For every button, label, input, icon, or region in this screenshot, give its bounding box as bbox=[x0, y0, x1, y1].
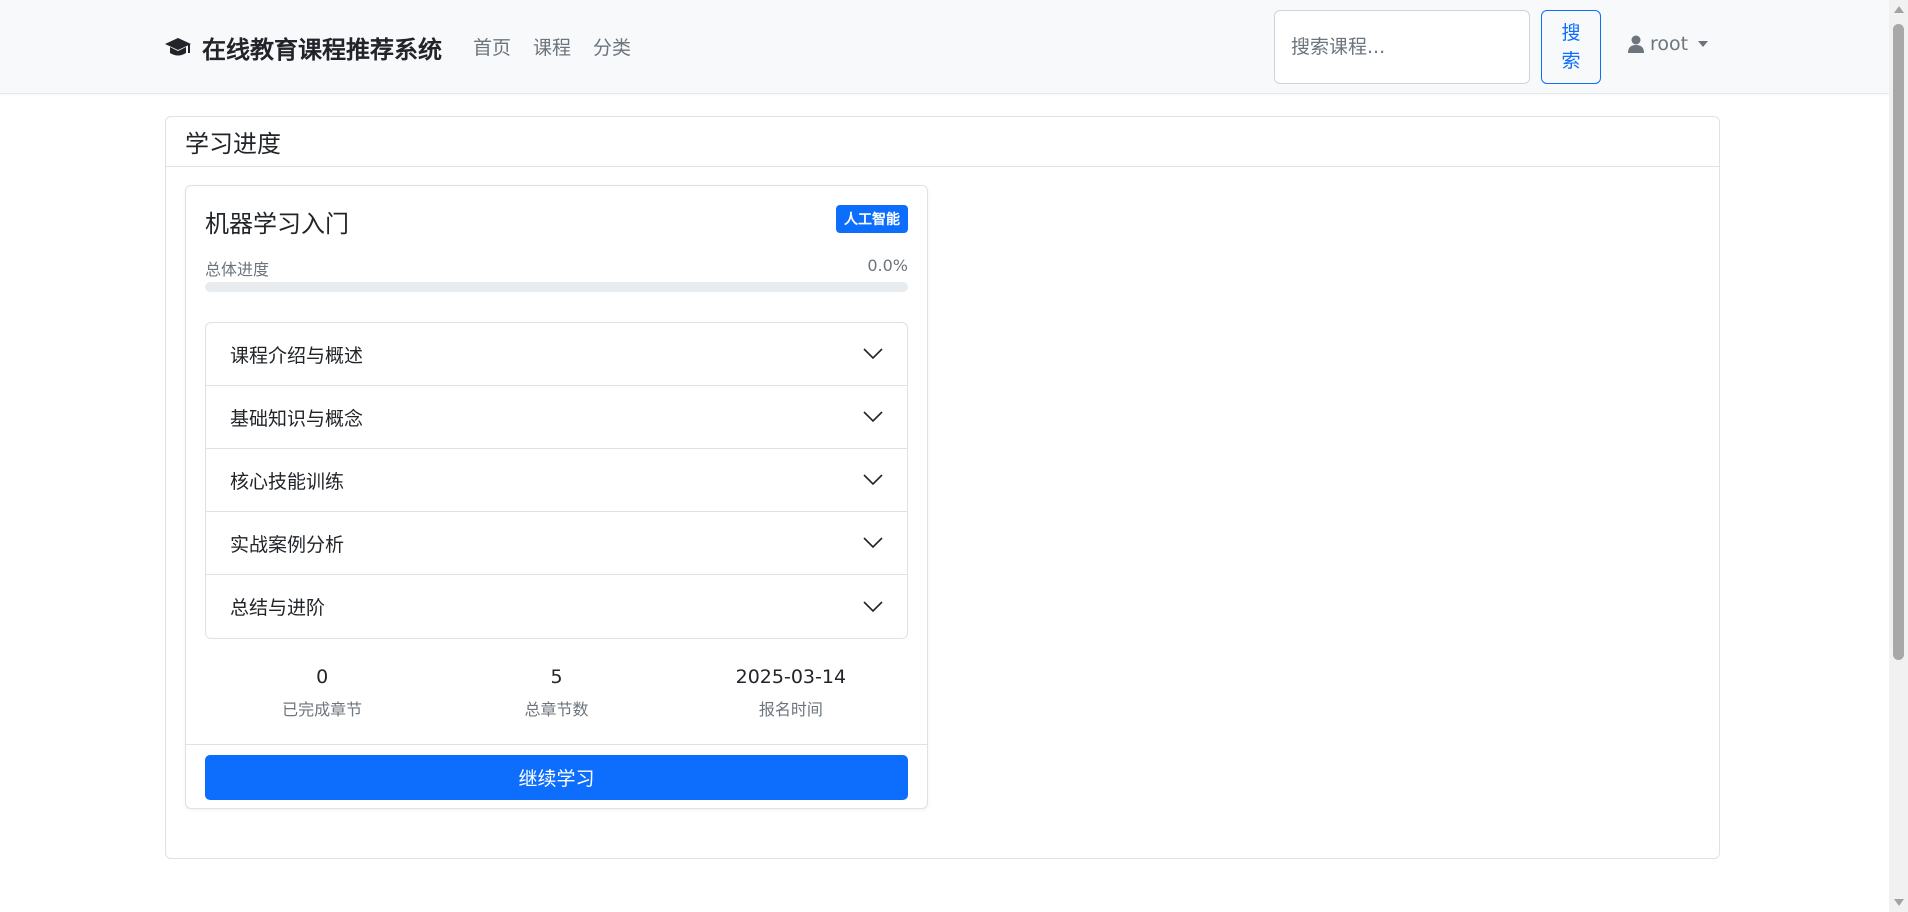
search-button[interactable]: 搜 索 bbox=[1541, 10, 1601, 84]
card-footer: 继续学习 bbox=[186, 744, 927, 809]
stat-label: 已完成章节 bbox=[282, 700, 363, 719]
chapter-item[interactable]: 基础知识与概念 bbox=[206, 386, 907, 449]
brand[interactable]: 在线教育课程推荐系统 bbox=[164, 30, 442, 65]
brand-title: 在线教育课程推荐系统 bbox=[202, 36, 442, 64]
stat-label: 总章节数 bbox=[524, 700, 589, 719]
progress-bar bbox=[205, 282, 908, 292]
chapter-item[interactable]: 实战案例分析 bbox=[206, 512, 907, 575]
nav-links: 首页 课程 分类 bbox=[473, 33, 653, 60]
learning-progress-panel: 学习进度 机器学习入门 人工智能 总体进度 0.0% 课程介绍与概述 基础知识与… bbox=[165, 116, 1720, 859]
chapter-title: 核心技能训练 bbox=[230, 470, 345, 493]
search-button-label: 搜 索 bbox=[1561, 22, 1581, 72]
graduation-cap-icon bbox=[165, 37, 191, 55]
chapter-accordion: 课程介绍与概述 基础知识与概念 核心技能训练 实战案例分析 总结与进阶 bbox=[205, 322, 908, 639]
course-stats: 0 已完成章节 5 总章节数 2025-03-14 报名时间 bbox=[205, 666, 908, 720]
navbar: 在线教育课程推荐系统 首页 课程 分类 搜 索 root bbox=[0, 0, 1889, 94]
stat-total: 5 总章节数 bbox=[439, 666, 673, 720]
course-title: 机器学习入门 bbox=[205, 210, 349, 238]
chapter-item[interactable]: 课程介绍与概述 bbox=[206, 323, 907, 386]
page-scrollbar[interactable] bbox=[1889, 0, 1908, 912]
chevron-down-icon bbox=[863, 537, 883, 549]
chapter-title: 基础知识与概念 bbox=[230, 407, 364, 430]
progress-label: 总体进度 bbox=[205, 260, 270, 279]
nav-link-categories[interactable]: 分类 bbox=[593, 33, 631, 60]
stat-label: 报名时间 bbox=[758, 700, 823, 719]
chevron-down-icon bbox=[863, 600, 883, 612]
nav-link-courses[interactable]: 课程 bbox=[533, 33, 571, 60]
stat-enroll-date: 2025-03-14 报名时间 bbox=[674, 666, 908, 720]
category-badge: 人工智能 bbox=[836, 205, 908, 233]
stat-value: 0 bbox=[316, 666, 329, 688]
user-name: root bbox=[1650, 33, 1689, 55]
scroll-up-arrow-icon[interactable] bbox=[1894, 6, 1904, 13]
course-card: 机器学习入门 人工智能 总体进度 0.0% 课程介绍与概述 基础知识与概念 核心… bbox=[185, 185, 928, 809]
user-dropdown[interactable]: root bbox=[1628, 33, 1709, 55]
stat-value: 5 bbox=[550, 666, 563, 688]
chevron-down-icon bbox=[863, 411, 883, 423]
continue-learning-button[interactable]: 继续学习 bbox=[205, 755, 908, 800]
page-title: 学习进度 bbox=[166, 117, 1719, 167]
chapter-item[interactable]: 总结与进阶 bbox=[206, 575, 907, 638]
caret-down-icon bbox=[1698, 41, 1709, 47]
search-input[interactable] bbox=[1274, 10, 1530, 84]
chevron-down-icon bbox=[863, 474, 883, 486]
chapter-item[interactable]: 核心技能训练 bbox=[206, 449, 907, 512]
chevron-down-icon bbox=[863, 348, 883, 360]
scroll-down-arrow-icon[interactable] bbox=[1894, 899, 1904, 906]
nav-link-home[interactable]: 首页 bbox=[473, 33, 511, 60]
chapter-title: 实战案例分析 bbox=[230, 533, 345, 556]
chapter-title: 总结与进阶 bbox=[230, 597, 326, 619]
progress-value: 0.0% bbox=[867, 256, 908, 275]
stat-value: 2025-03-14 bbox=[735, 666, 847, 688]
user-icon bbox=[1628, 35, 1644, 53]
stat-completed: 0 已完成章节 bbox=[205, 666, 439, 720]
scrollbar-thumb[interactable] bbox=[1893, 24, 1904, 660]
chapter-title: 课程介绍与概述 bbox=[230, 344, 364, 367]
